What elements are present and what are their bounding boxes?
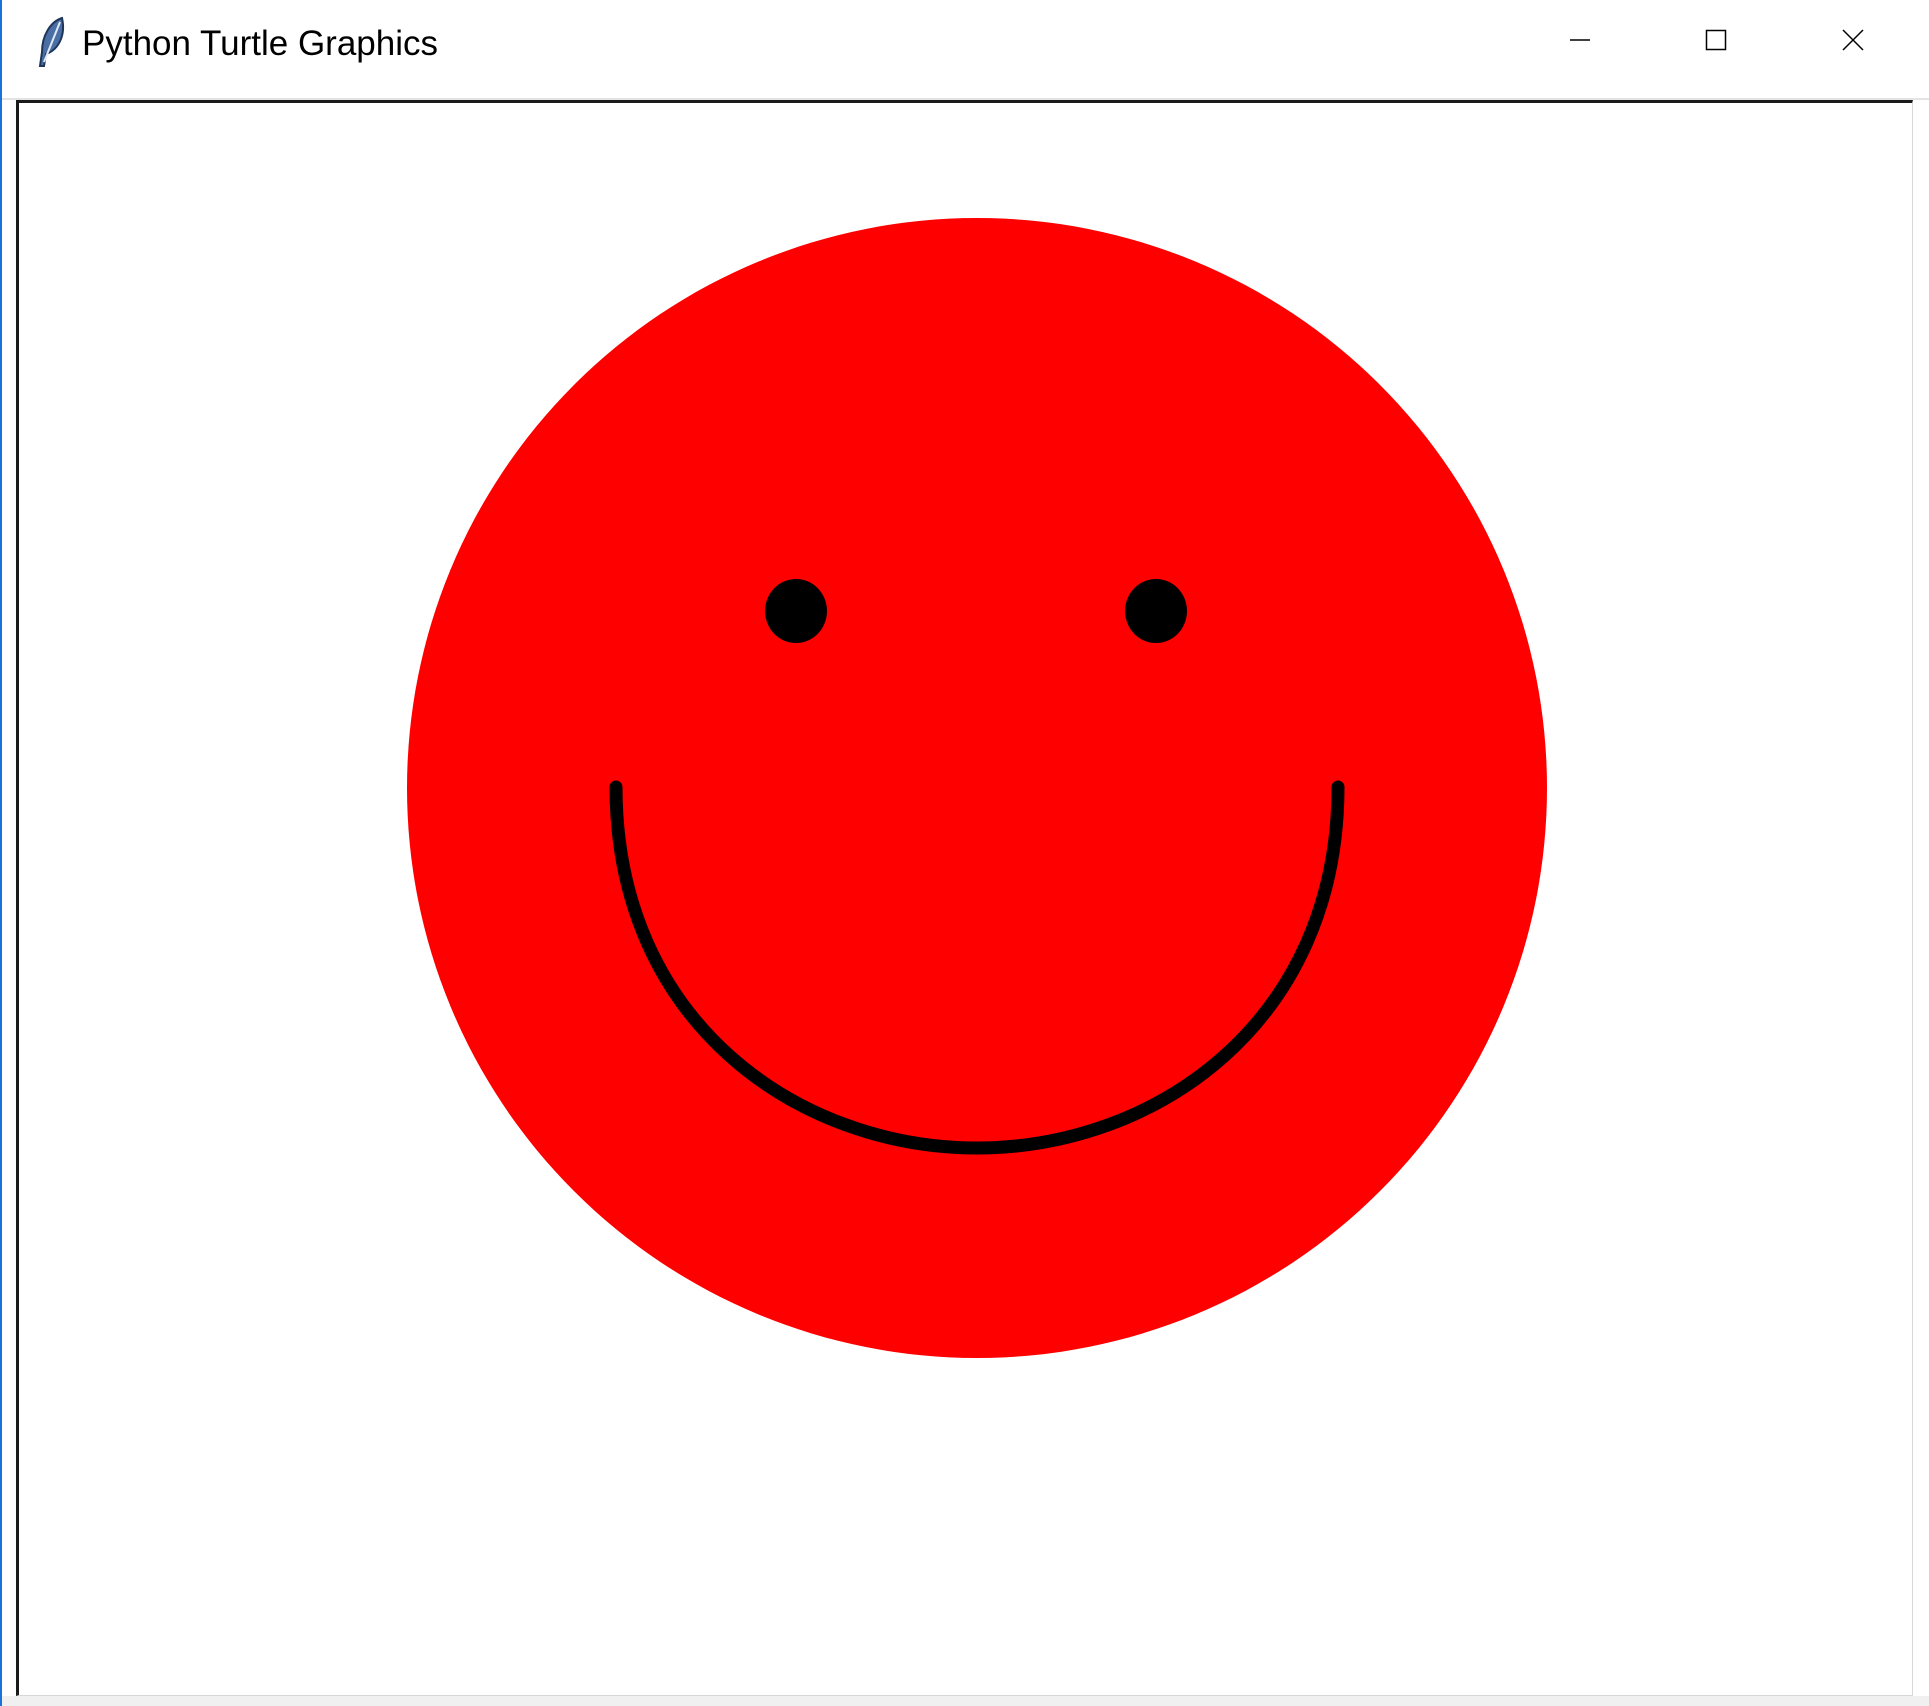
maximize-icon: [1705, 29, 1727, 56]
turtle-window: Python Turtle Graphics: [0, 0, 1929, 1706]
minimize-icon: [1569, 29, 1591, 56]
drawing-surface: [407, 218, 1547, 1358]
left-eye: [765, 579, 827, 643]
window-bottom-edge: [2, 1696, 1929, 1706]
right-eye: [1125, 579, 1187, 643]
window-title: Python Turtle Graphics: [82, 24, 438, 63]
feather-icon: [32, 16, 72, 70]
title-bar[interactable]: Python Turtle Graphics: [2, 0, 1929, 98]
close-button[interactable]: [1785, 0, 1921, 84]
smiley-face: [407, 218, 1547, 1358]
close-icon: [1842, 28, 1864, 56]
maximize-button[interactable]: [1648, 0, 1784, 84]
turtle-canvas[interactable]: [16, 100, 1913, 1696]
minimize-button[interactable]: [1512, 0, 1648, 84]
